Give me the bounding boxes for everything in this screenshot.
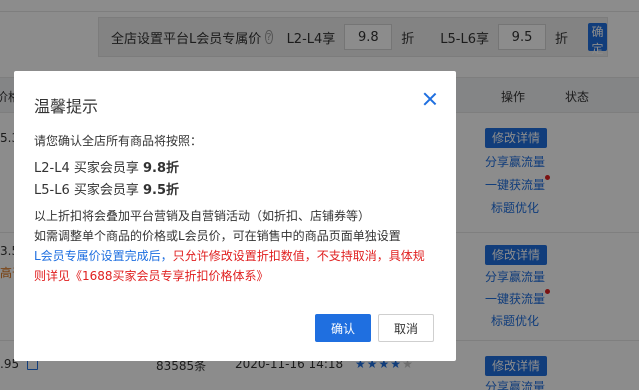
note-stacking: 以上折扣将会叠加平台营销及自营销活动（如折扣、店铺券等） [34, 209, 371, 223]
note-adjust: 如需调整单个商品的价格或L会员价，可在销售中的商品页面单独设置 [34, 229, 401, 243]
cancel-button[interactable]: 取消 [378, 314, 434, 342]
rate-line-tier2: L5-L6 买家会员享 9.5折 [34, 179, 179, 198]
note-warning-red: 只允许修改设置折扣数值，不支持取消，具体规 [172, 249, 425, 263]
rate2-text: L5-L6 买家会员享 [34, 183, 143, 198]
rate1-text: L2-L4 买家会员享 [34, 161, 143, 176]
confirm-button[interactable]: 确认 [315, 314, 371, 342]
note-rules-prefix: 则详见 [34, 269, 71, 283]
rules-link[interactable]: 《1688买家会员专享折扣价格体系》 [70, 269, 269, 283]
dialog-intro: 请您确认全店所有商品将按照： [34, 134, 203, 148]
confirm-dialog: 温馨提示 请您确认全店所有商品将按照： L2-L4 买家会员享 9.8折 L5-… [14, 71, 456, 361]
rate2-value: 9.5折 [142, 183, 180, 198]
note-rules: 则详见《1688买家会员专享折扣价格体系》 [34, 267, 269, 284]
rate-line-tier1: L2-L4 买家会员享 9.8折 [34, 157, 179, 176]
close-icon[interactable] [422, 91, 438, 107]
dialog-title: 温馨提示 [34, 97, 99, 116]
note-warning: L会员专属价设置完成后，只允许修改设置折扣数值，不支持取消，具体规 [34, 247, 425, 264]
rate1-value: 9.8折 [142, 161, 180, 176]
note-warning-blue: L会员专属价设置完成后， [34, 249, 173, 263]
